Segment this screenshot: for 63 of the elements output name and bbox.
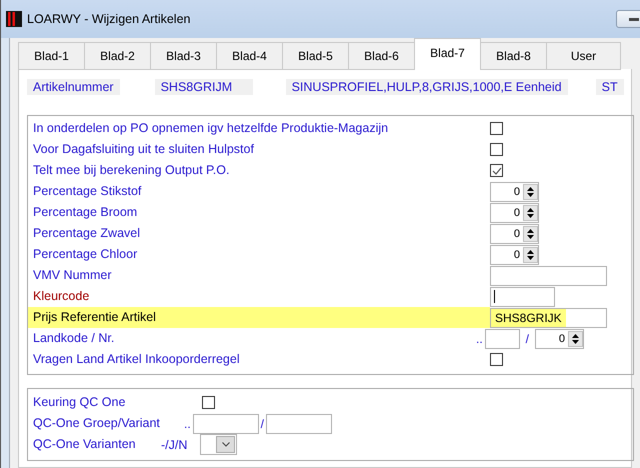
checkbox[interactable] [490, 164, 503, 177]
number-spinner[interactable]: 0 [535, 328, 584, 348]
dots-prefix: .. [184, 416, 191, 430]
checkbox[interactable] [202, 396, 215, 409]
country-field[interactable] [484, 328, 520, 348]
spin-arrows-icon[interactable] [523, 226, 538, 242]
field-label: Vragen Land Artikel Inkooporderregel [32, 351, 240, 368]
tab[interactable]: Blad-8 [480, 42, 547, 70]
field-label: Kleurcode [32, 288, 90, 305]
field-label: Prijs Referentie Artikel [28, 307, 490, 328]
number-spinner[interactable]: 0 [490, 202, 539, 222]
checkbox[interactable] [490, 122, 503, 135]
spin-arrows-icon[interactable] [523, 184, 538, 200]
group-field[interactable] [192, 414, 259, 434]
spinner-value: 0 [514, 186, 520, 198]
spinner-value: 0 [558, 332, 566, 344]
chevron-down-icon[interactable] [216, 436, 235, 453]
article-number-label: Artikelnummer [27, 79, 120, 95]
app-logo-icon [6, 11, 22, 27]
field-label: Percentage Stikstof [32, 183, 142, 200]
text-field[interactable] [490, 286, 555, 306]
number-spinner[interactable]: 0 [490, 182, 539, 202]
field-label: Percentage Broom [32, 204, 138, 221]
field-label: Percentage Zwavel [32, 225, 140, 242]
tab[interactable]: User [546, 42, 621, 70]
slash-separator: / [526, 332, 530, 346]
option-hint: -/J/N [161, 438, 188, 452]
field-label: Keuring QC One [32, 394, 126, 411]
article-description: SINUSPROFIEL,HULP,8,GRIJS,1000,E Eenheid [286, 79, 568, 95]
field-label: Landkode / Nr. [32, 330, 114, 347]
field-label: In onderdelen op PO opnemen igv hetzelfde Produktie-Magazijn [32, 120, 388, 137]
spinner-value: 0 [514, 248, 520, 260]
field-label: Voor Dagafsluiting uit te sluiten Hulpstof [32, 141, 254, 158]
number-spinner[interactable]: 0 [490, 244, 539, 264]
unit: ST [596, 79, 624, 95]
minimize-icon [629, 18, 639, 20]
tab[interactable]: Blad-2 [84, 42, 151, 70]
dots-prefix: .. [476, 332, 483, 346]
spinner-value: 0 [514, 228, 520, 240]
field-label: Telt mee bij berekening Output P.O. [32, 162, 230, 179]
article-number: SHS8GRIJM [154, 79, 253, 95]
spin-arrows-icon[interactable] [523, 246, 538, 262]
spin-arrows-icon[interactable] [568, 330, 584, 346]
tab[interactable]: Blad-5 [282, 42, 349, 70]
tab[interactable]: Blad-1 [18, 42, 85, 70]
tab[interactable]: Blad-3 [150, 42, 217, 70]
tab[interactable]: Blad-7 [414, 38, 481, 70]
text-field[interactable]: SHS8GRIJK [490, 308, 607, 328]
number-spinner[interactable]: 0 [490, 224, 539, 244]
tab[interactable]: Blad-6 [348, 42, 415, 70]
slash-separator: / [260, 416, 264, 430]
spin-arrows-icon[interactable] [523, 204, 538, 220]
checkbox[interactable] [490, 143, 503, 156]
spinner-value: 0 [514, 206, 520, 218]
tab[interactable]: Blad-4 [216, 42, 283, 70]
checkbox[interactable] [490, 353, 503, 366]
variant-field[interactable] [266, 414, 332, 434]
field-label: VMV Nummer [32, 267, 112, 284]
text-field[interactable] [490, 266, 607, 286]
field-label: QC-One Varianten [32, 436, 136, 453]
field-label: QC-One Groep/Variant [32, 415, 160, 432]
field-label: Percentage Chloor [32, 246, 138, 263]
window-title: LOARWY - Wijzigen Artikelen [27, 12, 190, 26]
